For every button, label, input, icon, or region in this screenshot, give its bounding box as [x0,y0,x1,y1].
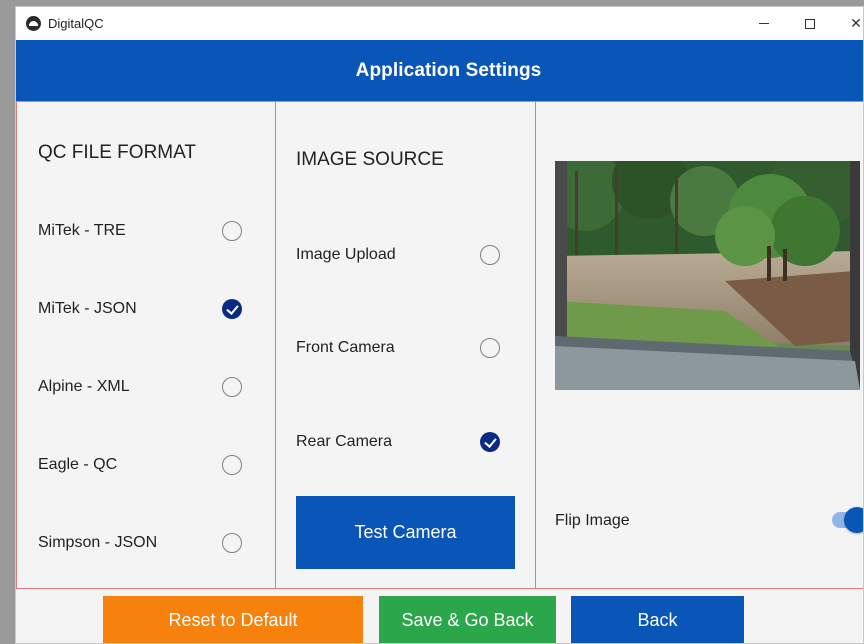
close-icon: ✕ [850,15,862,31]
maximize-icon [805,18,815,29]
qc-option-mitek-json[interactable]: MiTek - JSON [17,294,275,324]
qc-option-label: Simpson - JSON [38,534,158,551]
radio-eagle-qc[interactable] [222,455,242,475]
camera-preview-graphic [555,161,860,390]
source-option-image-upload[interactable]: Image Upload [276,240,535,270]
qc-file-format-panel: QC FILE FORMAT MiTek - TRE MiTek - JSON … [16,101,276,589]
source-option-label: Image Upload [296,246,396,263]
radio-simpson-json[interactable] [222,533,242,553]
radio-front-camera[interactable] [480,338,500,358]
radio-alpine-xml[interactable] [222,377,242,397]
image-source-panel: IMAGE SOURCE Image Upload Front Camera R… [275,101,536,589]
image-source-title: IMAGE SOURCE [296,149,444,170]
back-button[interactable]: Back [571,596,744,643]
save-and-go-back-button[interactable]: Save & Go Back [379,596,556,643]
reset-to-default-button[interactable]: Reset to Default [103,596,363,643]
app-logo-icon [26,16,41,31]
minimize-button[interactable] [741,7,787,40]
camera-preview-panel: Flip Image [535,101,863,589]
close-button[interactable]: ✕ [833,7,863,40]
qc-option-label: MiTek - JSON [38,300,137,317]
qc-option-label: MiTek - TRE [38,222,126,239]
qc-option-alpine-xml[interactable]: Alpine - XML [17,372,275,402]
radio-image-upload[interactable] [480,245,500,265]
app-window: DigitalQC ✕ Application Settings QC FILE… [15,6,864,644]
radio-rear-camera-checked[interactable] [480,432,500,452]
camera-preview-image [555,161,860,390]
window-title: DigitalQC [48,16,104,31]
test-camera-button[interactable]: Test Camera [296,496,515,569]
qc-option-simpson-json[interactable]: Simpson - JSON [17,528,275,558]
source-option-label: Rear Camera [296,433,393,450]
radio-mitek-tre[interactable] [222,221,242,241]
footer-bar: Reset to Default Save & Go Back Back [16,589,863,643]
radio-mitek-json-checked[interactable] [222,299,242,319]
source-option-rear-camera[interactable]: Rear Camera [276,427,535,457]
qc-option-label: Eagle - QC [38,456,118,473]
source-option-label: Front Camera [296,339,395,356]
qc-option-mitek-tre[interactable]: MiTek - TRE [17,216,275,246]
page-title: Application Settings [355,59,542,81]
qc-option-eagle-qc[interactable]: Eagle - QC [17,450,275,480]
source-option-front-camera[interactable]: Front Camera [276,333,535,363]
flip-image-label: Flip Image [555,512,630,529]
title-bar[interactable]: DigitalQC ✕ [16,7,863,40]
maximize-button[interactable] [787,7,833,40]
minimize-icon [759,23,769,24]
flip-image-toggle-thumb[interactable] [844,507,863,533]
qc-option-label: Alpine - XML [38,378,130,395]
settings-header: Application Settings [16,40,863,101]
qc-file-format-title: QC FILE FORMAT [38,142,196,163]
